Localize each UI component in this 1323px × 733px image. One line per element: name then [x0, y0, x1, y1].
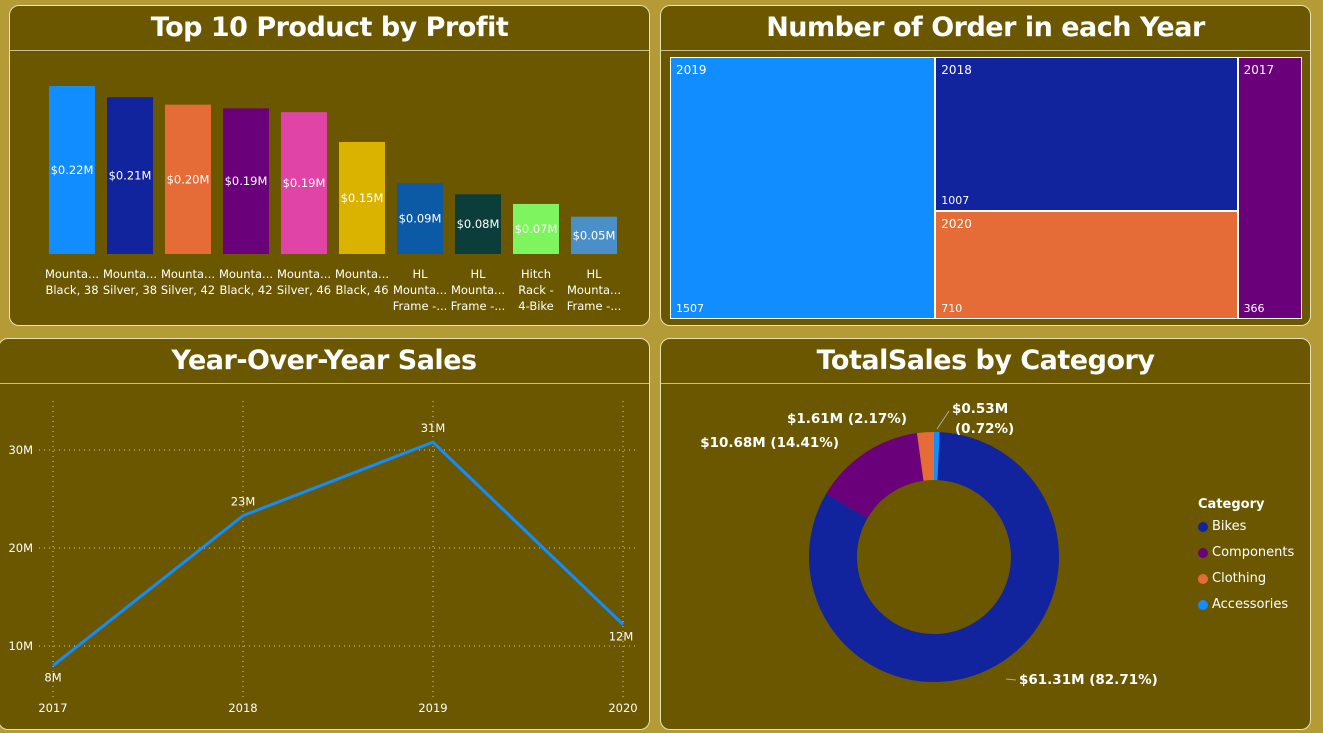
donut-data-label: $0.53M — [952, 401, 1008, 417]
x-tick-label: Frame -... — [393, 299, 448, 313]
x-tick-label: 4-Bike — [518, 299, 553, 313]
x-tick-label: Mounta... — [219, 267, 273, 281]
x-tick-label: Mounta... — [161, 267, 215, 281]
treemap-cell-2017[interactable]: 2017 366 — [1237, 57, 1302, 319]
category-donut-panel: TotalSales by Category $61.31M (82.71%) $… — [660, 338, 1311, 730]
legend-dot-icon — [1198, 600, 1208, 610]
yoy-sales-line-panel: Year-Over-Year Sales 10M 20M 30M 8M 2017 23M 2… — [0, 338, 650, 730]
sales-line[interactable] — [52, 440, 625, 667]
profit-bar-chart: $0.22M Mounta... Black, 38 $0.21M Mounta... S… — [45, 86, 622, 313]
x-tick-label: Mounta... — [277, 267, 331, 281]
x-tick-label: Silver, 38 — [103, 283, 157, 297]
leader-line — [936, 410, 950, 430]
bar-data-label: $0.09M — [399, 212, 442, 226]
profit-bar-chart-panel: Top 10 Product by Profit $0.22M Mounta...… — [9, 5, 650, 326]
bar-data-label: $0.08M — [457, 217, 500, 231]
x-tick-label: Black, 46 — [335, 283, 388, 297]
treemap-cell-value: 366 — [1243, 302, 1265, 315]
x-tick-label: Silver, 42 — [161, 283, 215, 297]
line-data-label: 8M — [44, 671, 61, 685]
orders-treemap-panel: Number of Order in each Year 2019 1507 201… — [660, 5, 1311, 326]
treemap-cell-value: 710 — [941, 301, 963, 315]
donut-data-label: $1.61M (2.17%) — [787, 411, 907, 427]
bar-data-label: $0.22M — [51, 163, 94, 177]
treemap-cell-2018[interactable]: 2018 1007 — [935, 57, 1238, 211]
x-tick-label: Hitch — [521, 267, 551, 281]
legend-label: Bikes — [1212, 519, 1247, 534]
x-tick-label: Black, 42 — [219, 283, 272, 297]
bar-data-label: $0.19M — [225, 174, 268, 188]
treemap-cell-2019[interactable]: 2019 1507 — [670, 57, 936, 319]
x-tick-label: 2017 — [38, 701, 67, 715]
x-tick-label: HL — [586, 267, 602, 281]
orders-treemap: 2019 1507 2018 1007 2020 710 2017 366 — [670, 57, 1302, 319]
line-data-label: 23M — [231, 495, 256, 509]
x-tick-label: Rack - — [518, 283, 554, 297]
x-tick-label: Silver, 46 — [277, 283, 331, 297]
x-tick-label: Frame -... — [451, 299, 506, 313]
x-tick-label: HL — [470, 267, 486, 281]
x-tick-label: Mounta... — [567, 283, 621, 297]
bar-data-label: $0.21M — [109, 169, 152, 183]
treemap-cell-value: 1507 — [676, 302, 704, 315]
x-tick-label: Mounta... — [335, 267, 389, 281]
x-tick-label: Mounta... — [103, 267, 157, 281]
x-tick-label: 2020 — [608, 701, 637, 715]
x-tick-label: Frame -... — [567, 299, 622, 313]
x-tick-label: HL — [412, 267, 428, 281]
x-tick-label: Mounta... — [451, 283, 505, 297]
legend-label: Components — [1212, 545, 1295, 560]
x-tick-label: Mounta... — [45, 267, 99, 281]
legend-label: Clothing — [1212, 571, 1267, 586]
line-data-label: 12M — [609, 629, 634, 643]
y-tick-label: 20M — [8, 541, 33, 555]
treemap-cell-label: 2020 — [941, 216, 972, 231]
legend-item-bikes[interactable]: Bikes — [1198, 519, 1294, 545]
donut-data-label: (0.72%) — [955, 421, 1014, 437]
bar-data-label: $0.05M — [573, 228, 616, 242]
bar-data-label: $0.19M — [283, 176, 326, 190]
legend-item-accessories[interactable]: Accessories — [1198, 597, 1294, 623]
x-tick-label: Black, 38 — [45, 283, 98, 297]
bar-data-label: $0.15M — [341, 191, 384, 205]
line-data-label: 31M — [421, 421, 446, 435]
treemap-cell-2020[interactable]: 2020 710 — [935, 210, 1238, 319]
x-tick-label: 2019 — [418, 701, 447, 715]
legend-dot-icon — [1198, 548, 1208, 558]
legend-title: Category — [1198, 497, 1265, 512]
legend-dot-icon — [1198, 574, 1208, 584]
legend-label: Accessories — [1212, 597, 1289, 612]
orders-chart-title: Number of Order in each Year — [661, 6, 1310, 51]
legend-dot-icon — [1198, 522, 1208, 532]
yoy-sales-line-chart: 10M 20M 30M 8M 2017 23M 2018 31M 2019 12M 2020 — [8, 401, 638, 715]
bar-data-label: $0.07M — [515, 222, 558, 236]
legend-item-clothing[interactable]: Clothing — [1198, 571, 1294, 597]
category-legend: Category Bikes Components Clothing Accessor… — [1198, 497, 1294, 623]
x-tick-label: 2018 — [228, 701, 257, 715]
treemap-cell-label: 2017 — [1243, 63, 1275, 77]
donut-data-label: $61.31M (82.71%) — [1019, 672, 1158, 688]
bar-data-label: $0.20M — [167, 172, 210, 186]
y-tick-label: 10M — [8, 639, 33, 653]
treemap-cell-label: 2018 — [941, 63, 972, 77]
x-tick-label: Mounta... — [393, 283, 447, 297]
leader-line — [1005, 678, 1017, 681]
treemap-cell-label: 2019 — [676, 63, 707, 77]
donut-data-label: $10.68M (14.41%) — [700, 435, 839, 451]
y-tick-label: 30M — [8, 443, 33, 457]
treemap-cell-value: 1007 — [941, 193, 970, 207]
legend-item-components[interactable]: Components — [1198, 545, 1294, 571]
